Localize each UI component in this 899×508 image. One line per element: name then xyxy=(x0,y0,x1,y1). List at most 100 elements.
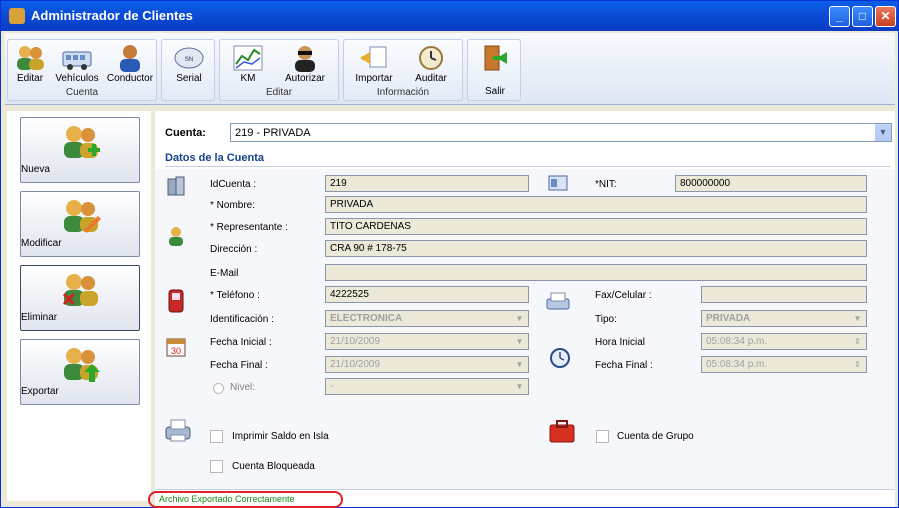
nit-label: *NIT: xyxy=(595,179,617,190)
serial-label: Serial xyxy=(176,73,202,84)
nivel-select[interactable]: - ▼ xyxy=(325,378,529,395)
users-edit-icon xyxy=(17,46,44,70)
representante-field[interactable]: TITO CARDENAS xyxy=(325,218,867,235)
ribbon-group-editar: KM Autorizar Editar xyxy=(219,39,339,101)
modificar-label: Modificar xyxy=(21,238,62,249)
editar-cuenta-button[interactable]: Editar xyxy=(10,42,50,86)
importar-button[interactable]: Importar xyxy=(348,42,400,86)
app-icon xyxy=(9,8,25,24)
cuenta-select[interactable]: 219 - PRIVADA ▼ xyxy=(230,123,892,142)
chevron-down-icon[interactable]: ▼ xyxy=(513,336,526,347)
export-user-icon xyxy=(64,348,100,382)
clock-icon xyxy=(550,348,570,368)
chevron-down-icon[interactable]: ▼ xyxy=(851,313,864,324)
nivel-radio[interactable] xyxy=(213,383,224,394)
identificacion-select[interactable]: ELECTRONICA ▼ xyxy=(325,310,529,327)
import-icon xyxy=(360,46,387,68)
spin-icon[interactable]: ⇕ xyxy=(851,359,864,370)
person-icon xyxy=(169,227,183,246)
fecha-inicial-label: Fecha Inicial : xyxy=(210,337,272,348)
nueva-button[interactable]: Nueva xyxy=(20,117,140,183)
fecha-final-picker[interactable]: 21/10/2009 ▼ xyxy=(325,356,529,373)
group-box-icon xyxy=(549,420,575,443)
direccion-label: Dirección : xyxy=(210,244,258,255)
close-button[interactable]: ✕ xyxy=(875,6,896,27)
driver-icon xyxy=(120,45,140,72)
add-user-icon xyxy=(64,126,100,158)
ribbon-group-serial: SN Serial xyxy=(161,39,215,101)
status-bar: Archivo Exportado Correctamente xyxy=(148,489,895,508)
exportar-button[interactable]: Exportar xyxy=(20,339,140,405)
fax-field[interactable] xyxy=(701,286,867,303)
km-button[interactable]: KM xyxy=(226,42,270,86)
auditar-button[interactable]: Auditar xyxy=(404,42,458,86)
serial-plate-icon: SN xyxy=(174,47,204,69)
tipo-value: PRIVADA xyxy=(706,313,751,324)
imprimir-saldo-checkbox[interactable] xyxy=(210,430,223,443)
cuenta-bloqueada-label: Cuenta Bloqueada xyxy=(232,461,315,472)
fax-label: Fax/Celular : xyxy=(595,290,652,301)
eliminar-button[interactable]: Eliminar xyxy=(20,265,140,331)
salir-button[interactable]: Salir xyxy=(472,42,518,97)
id-label: IdCuenta : xyxy=(210,179,257,190)
salir-label: Salir xyxy=(484,86,505,97)
svg-text:30: 30 xyxy=(171,346,181,356)
identificacion-value: ELECTRONICA xyxy=(330,313,403,324)
section-divider xyxy=(165,166,890,167)
ribbon-toolbar: Editar Vehículos Conductor Cuenta SN Ser… xyxy=(5,33,895,105)
cuenta-grupo-checkbox[interactable] xyxy=(596,430,609,443)
cuenta-label: Cuenta: xyxy=(165,127,206,139)
nombre-field[interactable]: PRIVADA xyxy=(325,196,867,213)
svg-text:SN: SN xyxy=(185,57,193,63)
modificar-button[interactable]: Modificar xyxy=(20,191,140,257)
telefono-label: * Teléfono : xyxy=(210,290,260,301)
identificacion-label: Identificación : xyxy=(210,314,274,325)
autorizar-button[interactable]: Autorizar xyxy=(276,42,334,86)
agent-icon xyxy=(295,46,315,72)
printer-icon xyxy=(165,419,191,442)
audit-clock-icon xyxy=(419,46,443,70)
serial-button[interactable]: SN Serial xyxy=(166,42,212,86)
calendar-icon: 30 xyxy=(166,338,186,357)
hora-final-value: 05:08:34 p.m. xyxy=(706,359,768,370)
status-message: Archivo Exportado Correctamente xyxy=(159,494,295,504)
direccion-field[interactable]: CRA 90 # 178-75 xyxy=(325,240,867,257)
nit-field[interactable]: 800000000 xyxy=(675,175,867,192)
chevron-down-icon[interactable]: ▼ xyxy=(513,313,526,324)
vehiculos-label: Vehículos xyxy=(55,73,99,84)
nombre-label: * Nombre: xyxy=(210,200,256,211)
spin-icon[interactable]: ⇕ xyxy=(851,336,864,347)
email-field[interactable] xyxy=(325,264,867,281)
bus-icon xyxy=(62,51,92,70)
edit-user-icon xyxy=(64,200,101,233)
window-title: Administrador de Clientes xyxy=(31,8,193,23)
cuenta-bloqueada-checkbox[interactable] xyxy=(210,460,223,473)
tipo-label: Tipo: xyxy=(595,314,617,325)
vehiculos-button[interactable]: Vehículos xyxy=(52,42,102,86)
fecha-inicial-picker[interactable]: 21/10/2009 ▼ xyxy=(325,333,529,350)
hora-final-spinner[interactable]: 05:08:34 p.m. ⇕ xyxy=(701,356,867,373)
hora-inicial-spinner[interactable]: 05:08:34 p.m. ⇕ xyxy=(701,333,867,350)
account-form-panel: Cuenta: 219 - PRIVADA ▼ Datos de la Cuen… xyxy=(148,111,895,508)
id-card-icon xyxy=(548,175,568,191)
telefono-field[interactable]: 4222525 xyxy=(325,286,529,303)
conductor-button[interactable]: Conductor xyxy=(104,42,156,86)
hora-inicial-value: 05:08:34 p.m. xyxy=(706,336,768,347)
tipo-select[interactable]: PRIVADA ▼ xyxy=(701,310,867,327)
chevron-down-icon[interactable]: ▼ xyxy=(513,381,526,392)
km-label: KM xyxy=(240,73,256,84)
ribbon-group-cuenta: Editar Vehículos Conductor Cuenta xyxy=(7,39,157,101)
cuenta-grupo-label: Cuenta de Grupo xyxy=(617,431,694,442)
auditar-label: Auditar xyxy=(415,73,447,84)
id-field[interactable]: 219 xyxy=(325,175,529,192)
minimize-button[interactable]: _ xyxy=(829,6,850,27)
title-bar[interactable]: Administrador de Clientes _ □ ✕ xyxy=(1,1,898,31)
chevron-down-icon[interactable]: ▼ xyxy=(875,124,891,141)
maximize-button[interactable]: □ xyxy=(852,6,873,27)
group-label-informacion: Información xyxy=(376,87,430,98)
hora-inicial-label: Hora Inicial xyxy=(595,337,646,348)
nueva-label: Nueva xyxy=(21,164,50,175)
chevron-down-icon[interactable]: ▼ xyxy=(513,359,526,370)
exit-door-icon xyxy=(484,45,507,71)
building-icon xyxy=(167,176,185,196)
